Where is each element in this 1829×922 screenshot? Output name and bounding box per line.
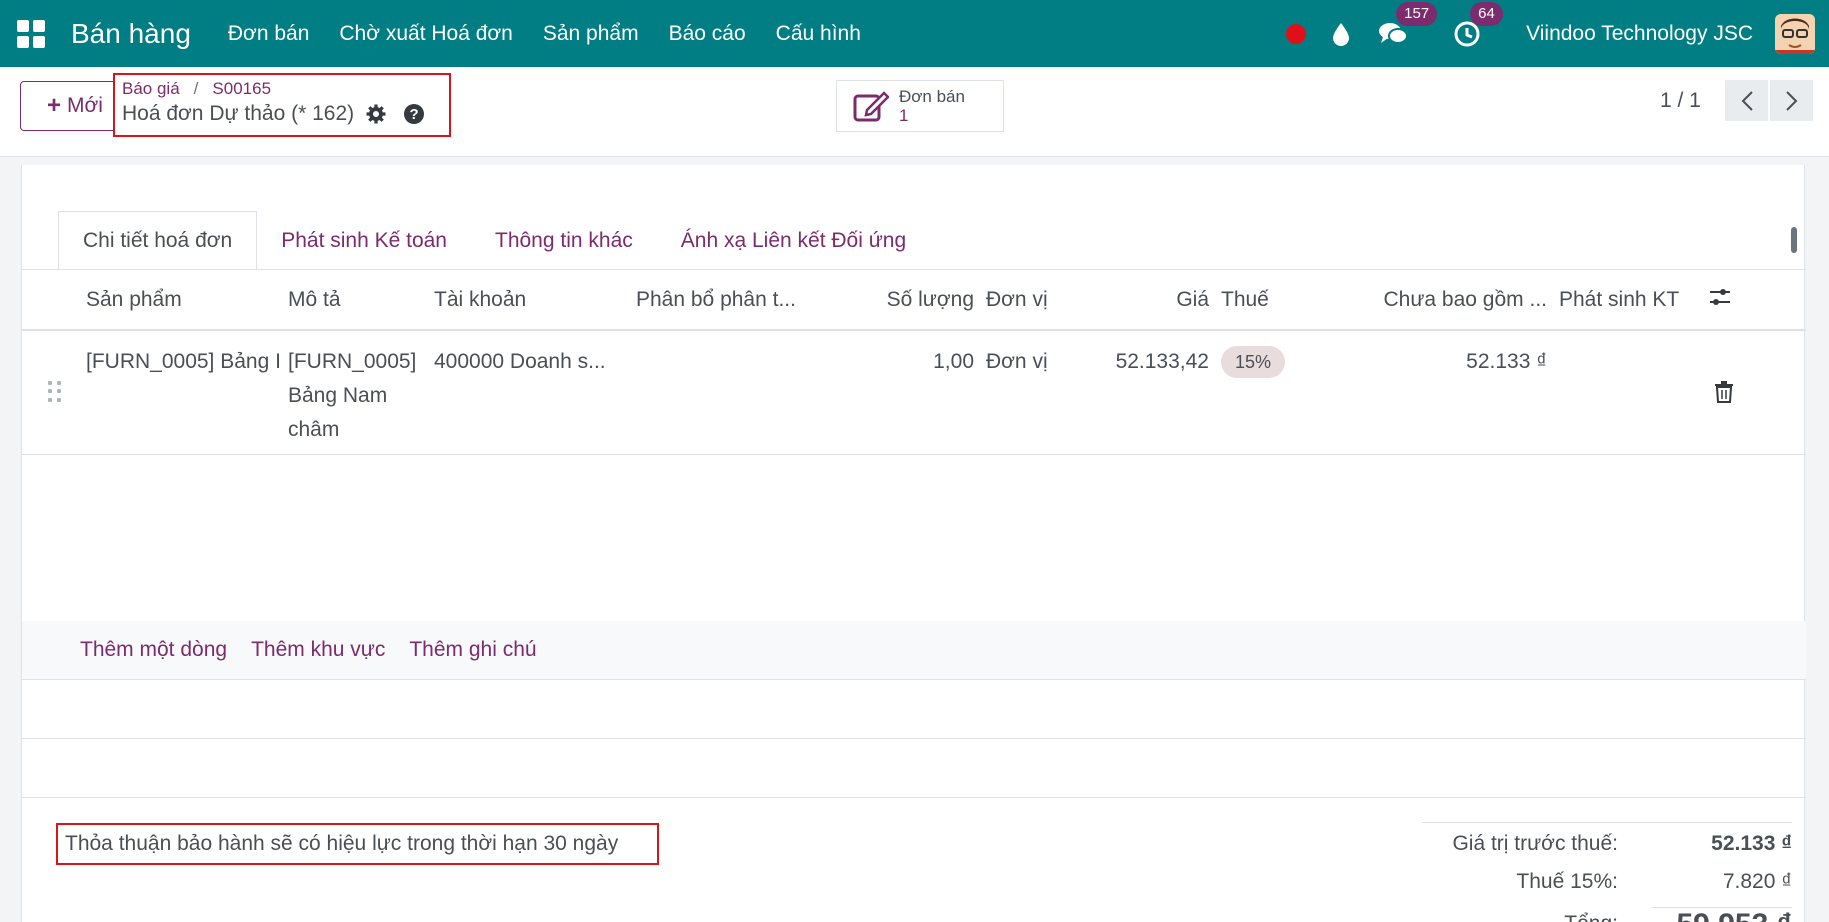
control-panel: + Mới Báo giá / S00165 Hoá đơn Dự thảo (… <box>0 67 1829 157</box>
col-account[interactable]: Tài khoản <box>428 270 630 331</box>
menu-cho-xuat-hoa-don[interactable]: Chờ xuất Hoá đơn <box>339 22 512 46</box>
cell-price[interactable]: 52.133,42 <box>1090 330 1215 455</box>
col-description[interactable]: Mô tả <box>282 270 428 331</box>
new-button-label: Mới <box>67 94 103 117</box>
tab-invoice-lines[interactable]: Chi tiết hoá đơn <box>58 211 258 270</box>
form-sheet: Chi tiết hoá đơn Phát sinh Kế toán Thông… <box>21 165 1806 922</box>
total-label: Tổng: <box>1427 912 1652 922</box>
empty-row <box>22 739 1806 798</box>
breadcrumb-order[interactable]: S00165 <box>212 79 271 99</box>
tax-label: Thuế 15%: <box>1516 870 1618 893</box>
cell-product[interactable]: [FURN_0005] Bảng I <box>80 330 282 455</box>
record-indicator-icon[interactable] <box>1286 23 1307 44</box>
col-accounting[interactable]: Phát sinh KT <box>1553 270 1702 331</box>
tax-amount: 7.820 ₫ <box>1722 870 1792 893</box>
app-grid-icon[interactable] <box>17 19 45 48</box>
col-quantity[interactable]: Số lượng <box>832 270 980 331</box>
totals-panel: Giá trị trước thuế: 52.133 ₫ Thuế 15%: 7… <box>1422 822 1792 922</box>
cell-taxes[interactable]: 15% <box>1215 330 1375 455</box>
tab-counterpart-mapping[interactable]: Ánh xạ Liên kết Đối ứng <box>657 211 930 270</box>
total-amount: 59.953 ₫ <box>1652 906 1792 922</box>
untaxed-amount: 52.133 ₫ <box>1711 832 1792 855</box>
messages-badge: 157 <box>1396 1 1438 26</box>
scrollbar[interactable] <box>1788 211 1800 265</box>
gear-icon[interactable] <box>366 104 386 124</box>
cell-analytic[interactable] <box>630 330 832 455</box>
company-switcher[interactable]: Viindoo Technology JSC <box>1526 22 1753 46</box>
activities-badge: 64 <box>1470 1 1503 26</box>
tax-tag: 15% <box>1221 346 1286 378</box>
pager-value[interactable]: 1 / 1 <box>1660 89 1701 113</box>
page-title: Hoá đơn Dự thảo (* 162) <box>122 102 355 125</box>
smart-button-label: Đơn bán <box>899 87 965 106</box>
top-navbar: Bán hàng Đơn bán Chờ xuất Hoá đơn Sản ph… <box>0 0 1829 67</box>
breadcrumb: Báo giá / S00165 Hoá đơn Dự thảo (* 162)… <box>113 73 451 137</box>
drag-handle-icon[interactable] <box>22 330 80 455</box>
col-taxes[interactable]: Thuế <box>1215 270 1375 331</box>
cell-quantity[interactable]: 1,00 <box>832 330 980 455</box>
help-icon[interactable]: ? <box>404 104 425 124</box>
tab-other-info[interactable]: Thông tin khác <box>471 211 657 270</box>
terms-note[interactable]: Thỏa thuận bảo hành sẽ có hiệu lực trong… <box>56 823 659 865</box>
add-line-link[interactable]: Thêm một dòng <box>80 638 227 662</box>
chevron-right-icon <box>1785 90 1797 111</box>
pager-previous-button[interactable] <box>1725 80 1768 121</box>
empty-row <box>22 680 1806 739</box>
water-drop-icon[interactable] <box>1330 20 1352 48</box>
sale-order-smart-button[interactable]: Đơn bán 1 <box>836 80 1004 132</box>
breadcrumb-quotations[interactable]: Báo giá <box>122 79 180 99</box>
messages-icon[interactable]: 157 <box>1378 1 1438 49</box>
col-uom[interactable]: Đơn vị <box>980 270 1090 331</box>
breadcrumb-separator: / <box>193 79 199 98</box>
cell-account[interactable]: 400000 Doanh s... <box>428 330 630 455</box>
delete-row-icon[interactable] <box>1702 330 1806 455</box>
menu-bao-cao[interactable]: Báo cáo <box>669 22 746 46</box>
col-analytic[interactable]: Phân bổ phân t... <box>630 270 832 331</box>
tab-journal-items[interactable]: Phát sinh Kế toán <box>257 211 471 270</box>
table-row[interactable]: [FURN_0005] Bảng I [FURN_0005] Bảng Nam … <box>22 330 1806 455</box>
edit-document-icon <box>853 91 889 122</box>
untaxed-label: Giá trị trước thuế: <box>1452 832 1618 855</box>
col-price[interactable]: Giá <box>1090 270 1215 331</box>
menu-san-pham[interactable]: Sản phẩm <box>543 22 639 46</box>
plus-icon: + <box>47 92 62 119</box>
cell-uom[interactable]: Đơn vị <box>980 330 1090 455</box>
col-product[interactable]: Sản phẩm <box>80 270 282 331</box>
menu-don-ban[interactable]: Đơn bán <box>228 22 310 46</box>
menu-cau-hinh[interactable]: Cấu hình <box>776 22 861 46</box>
cell-accounting <box>1553 330 1702 455</box>
column-settings-icon[interactable] <box>1702 270 1806 331</box>
user-avatar[interactable] <box>1775 13 1815 54</box>
pager-next-button[interactable] <box>1770 80 1813 121</box>
app-name[interactable]: Bán hàng <box>71 18 191 50</box>
smart-button-value: 1 <box>899 106 909 125</box>
table-header-row: Sản phẩm Mô tả Tài khoản Phân bổ phân t.… <box>22 270 1806 331</box>
activities-clock-icon[interactable]: 64 <box>1452 1 1503 49</box>
footer-area: Thỏa thuận bảo hành sẽ có hiệu lực trong… <box>22 799 1806 922</box>
cell-subtotal: 52.133 ₫ <box>1375 330 1553 455</box>
add-note-link[interactable]: Thêm ghi chú <box>409 638 536 662</box>
col-handle <box>22 270 80 331</box>
chevron-left-icon <box>1741 90 1753 111</box>
add-line-row: Thêm một dòng Thêm khu vực Thêm ghi chú <box>22 621 1806 680</box>
cell-description[interactable]: [FURN_0005] Bảng Nam châm <box>282 330 428 455</box>
notebook-tabs: Chi tiết hoá đơn Phát sinh Kế toán Thông… <box>58 211 930 270</box>
invoice-lines-table: Sản phẩm Mô tả Tài khoản Phân bổ phân t.… <box>22 270 1806 455</box>
add-section-link[interactable]: Thêm khu vực <box>251 638 385 662</box>
col-subtotal[interactable]: Chưa bao gồm ... <box>1375 270 1553 331</box>
